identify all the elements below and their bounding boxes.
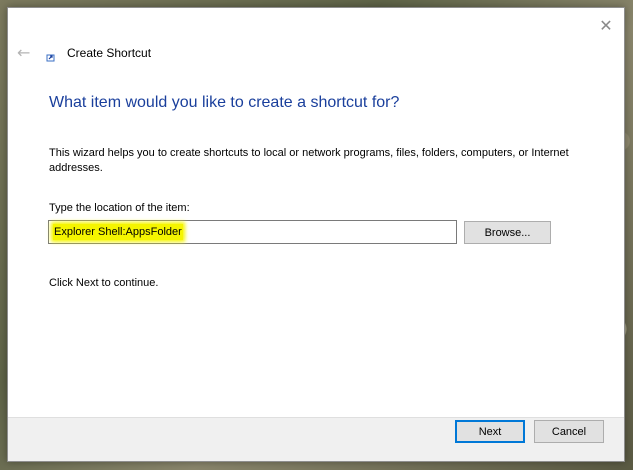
dialog-footer bbox=[8, 417, 624, 461]
location-label: Type the location of the item: bbox=[49, 202, 190, 214]
close-button[interactable]: ✕ bbox=[596, 15, 616, 35]
next-button[interactable]: Next bbox=[455, 420, 525, 443]
back-arrow-icon: ← bbox=[17, 43, 31, 62]
browse-button[interactable]: Browse... bbox=[464, 221, 551, 244]
back-button[interactable]: ← bbox=[17, 44, 35, 62]
cancel-button[interactable]: Cancel bbox=[534, 420, 604, 443]
continue-hint: Click Next to continue. bbox=[49, 277, 159, 289]
location-input[interactable]: Explorer Shell:AppsFolder bbox=[48, 220, 457, 244]
create-shortcut-dialog: ✕ ← Create Shortcut What item would you … bbox=[7, 7, 625, 462]
wizard-description: This wizard helps you to create shortcut… bbox=[49, 147, 569, 174]
shortcut-wizard-icon bbox=[46, 54, 55, 62]
dialog-title: Create Shortcut bbox=[67, 46, 152, 60]
page-heading: What item would you like to create a sho… bbox=[49, 94, 400, 111]
location-input-value: Explorer Shell:AppsFolder bbox=[53, 224, 183, 240]
close-icon: ✕ bbox=[599, 15, 613, 35]
